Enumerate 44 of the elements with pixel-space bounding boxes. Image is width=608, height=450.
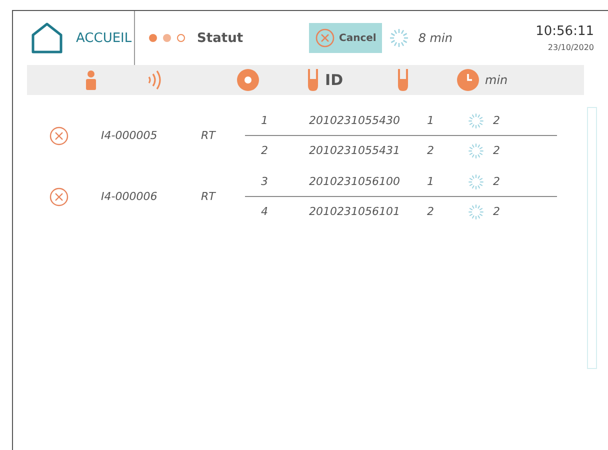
clock-time: 10:56:11 xyxy=(536,24,594,39)
sample-id: I4-000006 xyxy=(101,190,158,203)
clock-icon xyxy=(457,69,479,91)
cancel-icon[interactable] xyxy=(49,126,69,146)
tube-count-cell-text: 1 xyxy=(427,114,435,127)
spinner-icon xyxy=(467,172,485,190)
position-cell-text: 2 xyxy=(261,144,269,157)
tube-count-cell-text: 1 xyxy=(427,175,435,188)
tube-icon xyxy=(397,69,409,91)
home-link[interactable]: ACCUEIL xyxy=(76,30,132,46)
column-label: ID xyxy=(325,71,344,89)
spinner-icon xyxy=(388,27,410,49)
barcode-cell-text: 2010231056100 xyxy=(309,175,401,188)
barcode-cell-text: 2010231056101 xyxy=(309,205,401,218)
tube-count-cell-text: 2 xyxy=(427,144,435,157)
status-label: Statut xyxy=(197,30,244,46)
minutes-cell: 2 xyxy=(493,114,500,127)
spinner-icon xyxy=(467,202,485,220)
position-cell-text: 4 xyxy=(261,205,269,218)
position-cell-text: 1 xyxy=(261,114,269,127)
sample-id: I4-000005 xyxy=(101,129,158,142)
spinner-icon xyxy=(467,112,485,130)
disc-icon xyxy=(237,69,259,91)
cancel-button[interactable]: Cancel xyxy=(309,23,382,53)
cancel-icon xyxy=(315,28,335,48)
tube-icon xyxy=(307,69,319,91)
tube-count-cell-text: 2 xyxy=(427,205,435,218)
minutes-cell: 2 xyxy=(493,144,500,157)
barcode-cell-text: 2010231055431 xyxy=(309,144,401,157)
barcode-cell-text: 2010231055430 xyxy=(309,114,401,127)
cancel-icon[interactable] xyxy=(49,186,69,206)
position-cell-text: 3 xyxy=(261,175,269,188)
remaining-time: 8 min xyxy=(418,31,452,45)
person-icon xyxy=(85,70,97,90)
minutes-cell: 2 xyxy=(493,205,500,218)
home-icon[interactable] xyxy=(30,22,64,54)
spinner-icon xyxy=(467,142,485,160)
mode-text: RT xyxy=(201,129,217,142)
minutes-cell: 2 xyxy=(493,175,500,188)
mode-text: RT xyxy=(201,190,217,203)
scrollbar-track[interactable] xyxy=(587,107,597,369)
column-label: min xyxy=(485,73,508,87)
signal-waves-icon xyxy=(147,70,163,90)
clock-date: 23/10/2020 xyxy=(548,43,594,52)
